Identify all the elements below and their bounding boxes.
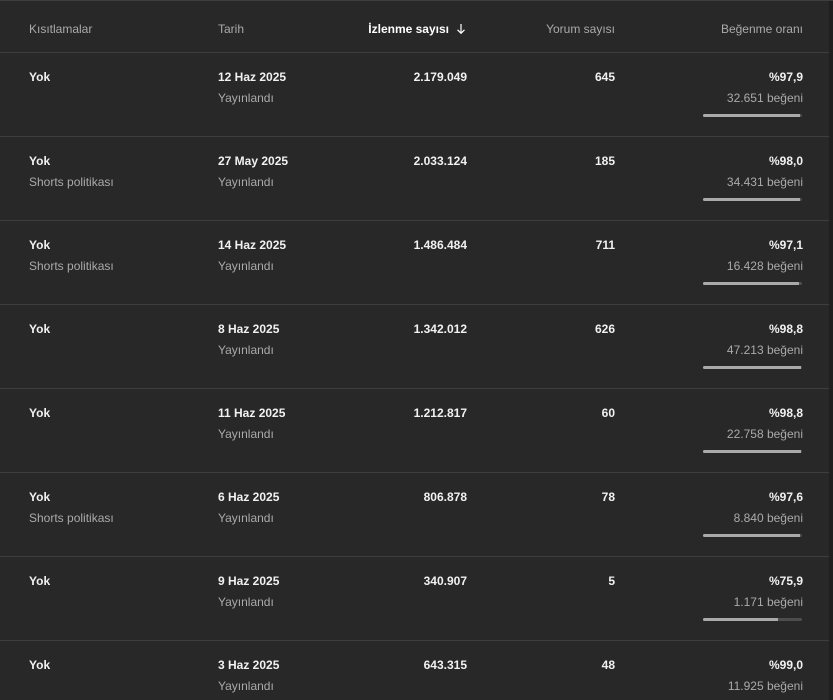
column-header-comments[interactable]: Yorum sayısı: [546, 22, 615, 36]
table-row[interactable]: Yok 9 Haz 2025 Yayınlandı 340.907 5 %75,9 1.17…: [0, 557, 833, 641]
restriction-value: Yok: [29, 574, 51, 588]
comments-value: 626: [594, 322, 615, 336]
likes-count: 1.171 beğeni: [733, 595, 803, 609]
publish-date: 14 Haz 2025: [218, 238, 287, 252]
comments-value: 185: [594, 154, 615, 168]
table-row[interactable]: Yok 3 Haz 2025 Yayınlandı 643.315 48 %99,0 11.…: [0, 641, 833, 700]
likes-count: 11.925 beğeni: [727, 679, 803, 693]
publish-date: 9 Haz 2025: [218, 574, 280, 588]
likes-count: 47.213 beğeni: [726, 343, 803, 357]
likes-count: 32.651 beğeni: [726, 91, 803, 105]
likes-count: 8.840 beğeni: [733, 511, 803, 525]
column-header-like-ratio[interactable]: Beğenme oranı: [721, 22, 803, 36]
publish-status: Yayınlandı: [218, 259, 274, 273]
publish-date: 8 Haz 2025: [218, 322, 280, 336]
views-value: 1.212.817: [413, 406, 467, 420]
table-row[interactable]: Yok Shorts politikası 6 Haz 2025 Yayınlandı…: [0, 473, 833, 557]
like-ratio-bar: [703, 618, 802, 621]
like-ratio-bar-fill: [703, 450, 801, 453]
arrow-down-icon: [457, 24, 465, 35]
comments-value: 78: [601, 490, 615, 504]
views-value: 806.878: [423, 490, 467, 504]
views-value: 2.179.049: [413, 70, 467, 84]
likes-count: 22.758 beğeni: [726, 427, 803, 441]
views-value: 1.342.012: [413, 322, 467, 336]
restriction-value: Yok: [29, 658, 51, 672]
like-ratio-bar-fill: [703, 198, 801, 201]
publish-status: Yayınlandı: [218, 343, 274, 357]
comments-value: 60: [601, 406, 615, 420]
like-ratio-value: %98,0: [768, 154, 803, 168]
restriction-note: Shorts politikası: [29, 259, 114, 273]
table-row[interactable]: Yok Shorts politikası 27 May 2025 Yayınland…: [0, 137, 833, 221]
publish-date: 12 Haz 2025: [218, 70, 287, 84]
likes-count: 34.431 beğeni: [726, 175, 803, 189]
comments-value: 5: [608, 574, 615, 588]
publish-date: 3 Haz 2025: [218, 658, 280, 672]
like-ratio-value: %99,0: [768, 658, 803, 672]
like-ratio-bar: [703, 282, 802, 285]
column-header-views-label: İzlenme sayısı: [368, 22, 449, 36]
table-row[interactable]: Yok Shorts politikası 14 Haz 2025 Yayınland…: [0, 221, 833, 305]
like-ratio-bar: [703, 198, 802, 201]
like-ratio-value: %97,1: [768, 238, 803, 252]
column-header-views[interactable]: İzlenme sayısı: [368, 22, 467, 36]
likes-count: 16.428 beğeni: [726, 259, 803, 273]
publish-date: 6 Haz 2025: [218, 490, 280, 504]
comments-value: 48: [601, 658, 615, 672]
publish-status: Yayınlandı: [218, 679, 274, 693]
like-ratio-bar: [703, 114, 802, 117]
restriction-value: Yok: [29, 406, 51, 420]
like-ratio-bar-fill: [703, 114, 800, 117]
like-ratio-value: %75,9: [768, 574, 803, 588]
like-ratio-bar: [703, 450, 802, 453]
like-ratio-value: %97,9: [768, 70, 803, 84]
publish-status: Yayınlandı: [218, 595, 274, 609]
table-row[interactable]: Yok 11 Haz 2025 Yayınlandı 1.212.817 60 %98,8…: [0, 389, 833, 473]
publish-date: 11 Haz 2025: [218, 406, 286, 420]
table-header: Kısıtlamalar Tarih İzlenme sayısı Yorum …: [0, 1, 833, 53]
table-row[interactable]: Yok 8 Haz 2025 Yayınlandı 1.342.012 626 %98,8…: [0, 305, 833, 389]
column-header-restrictions[interactable]: Kısıtlamalar: [29, 22, 92, 36]
publish-status: Yayınlandı: [218, 511, 274, 525]
restriction-note: Shorts politikası: [29, 511, 114, 525]
scrollbar[interactable]: [829, 1, 833, 700]
like-ratio-value: %98,8: [768, 406, 803, 420]
restriction-note: Shorts politikası: [29, 175, 114, 189]
comments-value: 711: [595, 238, 615, 252]
like-ratio-bar-fill: [703, 618, 779, 621]
like-ratio-bar-fill: [703, 366, 801, 369]
publish-date: 27 May 2025: [218, 154, 289, 168]
table-row[interactable]: Yok 12 Haz 2025 Yayınlandı 2.179.049 645 %97,…: [0, 53, 833, 137]
like-ratio-bar-fill: [703, 534, 800, 537]
like-ratio-bar-fill: [703, 282, 800, 285]
table-body: Yok 12 Haz 2025 Yayınlandı 2.179.049 645 %97,…: [0, 53, 833, 700]
publish-status: Yayınlandı: [218, 427, 274, 441]
comments-value: 645: [594, 70, 615, 84]
like-ratio-bar: [703, 366, 802, 369]
restriction-value: Yok: [29, 490, 51, 504]
video-analytics-table: Kısıtlamalar Tarih İzlenme sayısı Yorum …: [0, 0, 833, 700]
like-ratio-value: %98,8: [768, 322, 803, 336]
column-header-date[interactable]: Tarih: [218, 22, 244, 36]
views-value: 340.907: [423, 574, 467, 588]
views-value: 2.033.124: [413, 154, 467, 168]
restriction-value: Yok: [29, 154, 51, 168]
views-value: 643.315: [423, 658, 467, 672]
views-value: 1.486.484: [413, 238, 467, 252]
restriction-value: Yok: [29, 70, 51, 84]
publish-status: Yayınlandı: [218, 175, 274, 189]
restriction-value: Yok: [29, 322, 51, 336]
publish-status: Yayınlandı: [218, 91, 274, 105]
like-ratio-bar: [703, 534, 802, 537]
like-ratio-value: %97,6: [768, 490, 803, 504]
restriction-value: Yok: [29, 238, 51, 252]
